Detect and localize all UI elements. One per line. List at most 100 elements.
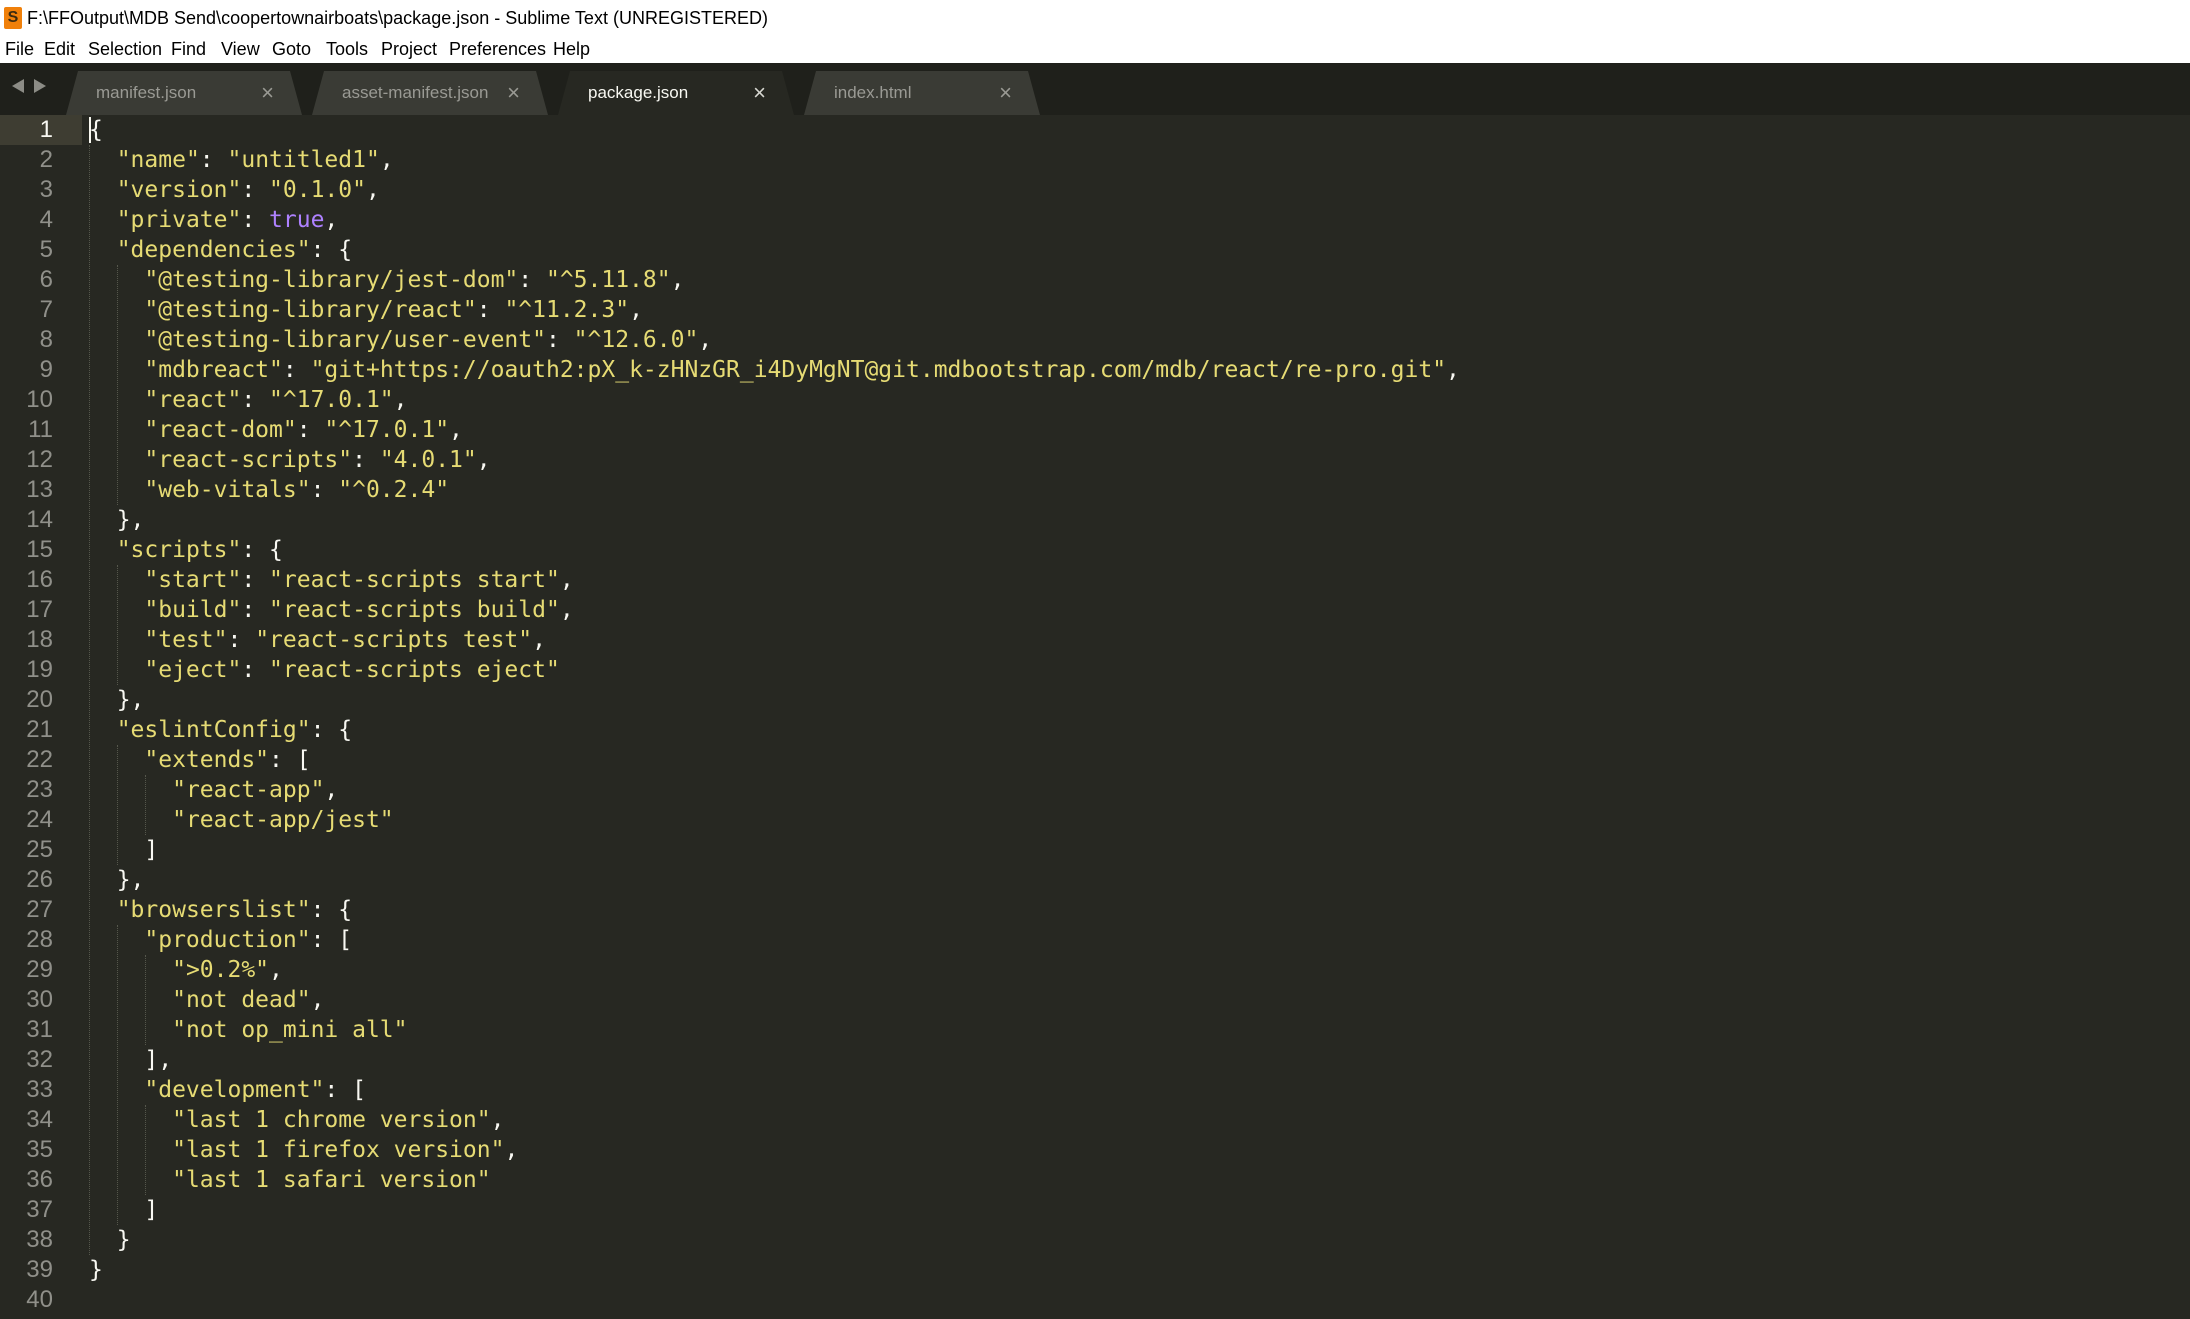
code-line[interactable]: },: [89, 505, 145, 535]
code-line[interactable]: "version": "0.1.0",: [89, 175, 380, 205]
tab-bar: manifest.json × asset-manifest.json × in…: [0, 63, 2190, 115]
tab-label: asset-manifest.json: [342, 83, 489, 102]
code-line[interactable]: "eslintConfig": {: [89, 715, 352, 745]
string-token: "build": [144, 597, 242, 623]
menu-preferences[interactable]: Preferences: [447, 36, 548, 63]
punctuation-token: [89, 357, 144, 383]
menu-project[interactable]: Project: [379, 36, 439, 63]
code-line[interactable]: {: [89, 115, 103, 145]
code-line[interactable]: "scripts": {: [89, 535, 283, 565]
code-line[interactable]: "test": "react-scripts test",: [89, 625, 546, 655]
code-line[interactable]: "private": true,: [89, 205, 339, 235]
line-number: 3: [39, 176, 53, 203]
code-line[interactable]: "last 1 chrome version",: [89, 1105, 504, 1135]
tab-nav-right-icon[interactable]: [34, 79, 46, 93]
close-icon[interactable]: ×: [261, 80, 274, 106]
menu-tools[interactable]: Tools: [324, 36, 370, 63]
code-line[interactable]: },: [89, 685, 145, 715]
punctuation-token: ,: [1446, 357, 1460, 383]
string-token: "last 1 chrome version": [172, 1107, 491, 1133]
punctuation-token: ,: [532, 627, 546, 653]
code-line[interactable]: "not op_mini all": [89, 1015, 407, 1045]
punctuation-token: :: [241, 567, 270, 593]
string-token: "@testing-library/react": [144, 297, 477, 323]
line-number: 16: [26, 566, 53, 593]
code-line[interactable]: "react-dom": "^17.0.1",: [89, 415, 463, 445]
line-number: 17: [26, 596, 53, 623]
close-icon[interactable]: ×: [753, 80, 766, 106]
line-number: 35: [26, 1136, 53, 1163]
code-line[interactable]: "eject": "react-scripts eject": [89, 655, 559, 685]
code-line[interactable]: "last 1 safari version": [89, 1165, 491, 1195]
code-line[interactable]: "name": "untitled1",: [89, 145, 394, 175]
punctuation-token: [89, 147, 117, 173]
code-line[interactable]: }: [89, 1225, 131, 1255]
code-editor[interactable]: 1 2 3 4 5 6 7 8 9 10 11 12 13 14 15 16 17 18 19 20 21 22 23 24 2…: [0, 115, 2190, 1319]
punctuation-token: : [: [310, 927, 353, 953]
code-line[interactable]: "web-vitals": "^0.2.4": [89, 475, 449, 505]
code-line[interactable]: "react": "^17.0.1",: [89, 385, 407, 415]
punctuation-token: : {: [241, 537, 283, 563]
punctuation-token: :: [518, 267, 546, 293]
code-line[interactable]: "production": [: [89, 925, 352, 955]
code-line[interactable]: "@testing-library/user-event": "^12.6.0"…: [89, 325, 712, 355]
tab-asset-manifest-json[interactable]: asset-manifest.json ×: [312, 71, 548, 115]
line-number: 22: [26, 746, 53, 773]
line-number: 29: [26, 956, 53, 983]
menu-edit[interactable]: Edit: [42, 36, 77, 63]
code-line[interactable]: ]: [89, 835, 158, 865]
code-line[interactable]: "not dead",: [89, 985, 324, 1015]
punctuation-token: [89, 747, 144, 773]
code-line[interactable]: "last 1 firefox version",: [89, 1135, 518, 1165]
close-icon[interactable]: ×: [507, 80, 520, 106]
punctuation-token: [89, 387, 144, 413]
line-number: 24: [26, 806, 53, 833]
menu-file[interactable]: File: [3, 36, 36, 63]
tab-label: manifest.json: [96, 83, 197, 102]
punctuation-token: }: [89, 1257, 103, 1283]
menu-selection[interactable]: Selection: [86, 36, 164, 63]
code-line[interactable]: },: [89, 865, 145, 895]
tab-nav-left-icon[interactable]: [12, 79, 24, 93]
menu-bar: File Edit Selection Find View Goto Tools…: [0, 36, 2190, 63]
menu-goto[interactable]: Goto: [270, 36, 313, 63]
menu-view[interactable]: View: [219, 36, 262, 63]
punctuation-token: ,: [365, 177, 380, 203]
code-line[interactable]: "dependencies": {: [89, 235, 352, 265]
line-number: 20: [26, 686, 53, 713]
code-line[interactable]: "@testing-library/jest-dom": "^5.11.8",: [89, 265, 684, 295]
punctuation-token: ,: [324, 207, 339, 233]
code-line[interactable]: "extends": [: [89, 745, 310, 775]
code-line[interactable]: "react-app/jest": [89, 805, 394, 835]
punctuation-token: [89, 1017, 172, 1043]
code-line[interactable]: "react-app",: [89, 775, 338, 805]
menu-find[interactable]: Find: [169, 36, 208, 63]
code-line[interactable]: "react-scripts": "4.0.1",: [89, 445, 490, 475]
tab-manifest-json[interactable]: manifest.json ×: [66, 71, 302, 115]
punctuation-token: [89, 567, 144, 593]
punctuation-token: },: [89, 867, 145, 893]
tab-label: package.json: [588, 83, 689, 102]
code-line[interactable]: "start": "react-scripts start",: [89, 565, 574, 595]
punctuation-token: ,: [559, 567, 574, 593]
tab-package-json[interactable]: package.json ×: [558, 71, 794, 115]
code-line[interactable]: ">0.2%",: [89, 955, 283, 985]
line-number: 23: [26, 776, 53, 803]
code-line[interactable]: "development": [: [89, 1075, 366, 1105]
code-line[interactable]: ]: [89, 1195, 158, 1225]
code-line[interactable]: ],: [89, 1045, 172, 1075]
line-number: 6: [39, 266, 53, 293]
code-line[interactable]: }: [89, 1255, 103, 1285]
tab-index-html[interactable]: index.html ×: [804, 71, 1040, 115]
code-line[interactable]: "mdbreact": "git+https://oauth2:pX_k-zHN…: [89, 355, 1460, 385]
line-number: 36: [26, 1166, 53, 1193]
close-icon[interactable]: ×: [999, 80, 1012, 106]
string-token: "extends": [144, 747, 270, 773]
line-number: 4: [39, 206, 53, 233]
line-number: 7: [39, 296, 53, 323]
code-line[interactable]: "browserslist": {: [89, 895, 352, 925]
menu-help[interactable]: Help: [551, 36, 592, 63]
punctuation-token: ]: [89, 837, 159, 863]
code-line[interactable]: "build": "react-scripts build",: [89, 595, 573, 625]
code-line[interactable]: "@testing-library/react": "^11.2.3",: [89, 295, 643, 325]
